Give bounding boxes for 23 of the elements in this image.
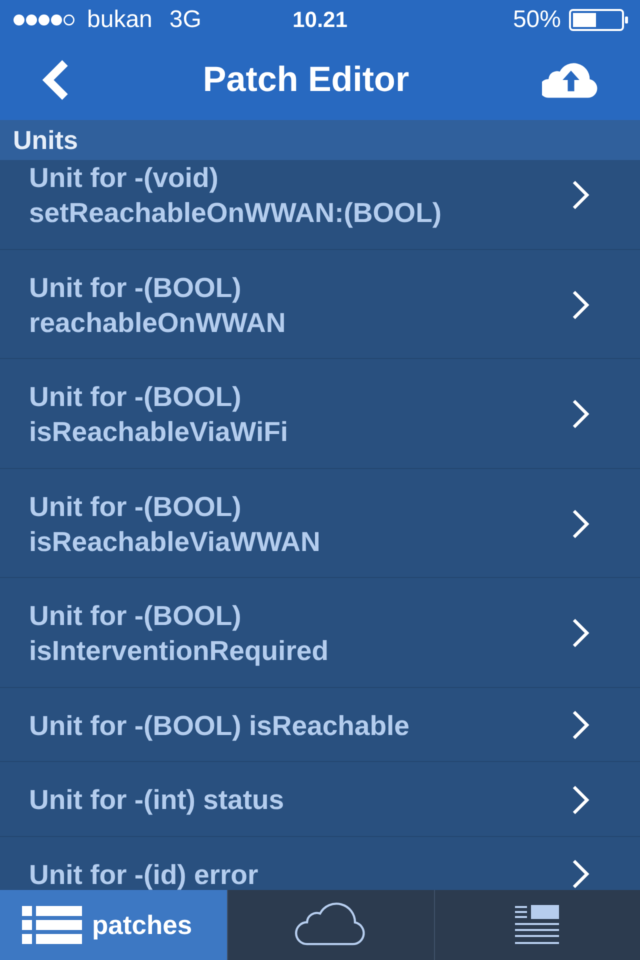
chevron-right-icon <box>572 399 590 429</box>
cloud-upload-icon <box>542 62 600 98</box>
status-time: 10.21 <box>292 6 348 34</box>
list-icon <box>22 906 82 944</box>
newspaper-icon <box>515 905 560 945</box>
nav-title: Patch Editor <box>202 59 410 101</box>
back-chevron-icon <box>40 60 70 100</box>
chevron-right-icon <box>572 859 590 889</box>
chevron-right-icon <box>572 180 590 210</box>
upload-button[interactable] <box>542 62 600 98</box>
chevron-right-icon <box>572 290 590 320</box>
tab[interactable]: patches <box>0 890 228 960</box>
back-button[interactable] <box>40 60 70 100</box>
carrier-name: bukan <box>87 6 152 34</box>
battery-icon <box>569 9 629 31</box>
signal-strength-icon <box>13 14 75 26</box>
network-type: 3G <box>169 6 202 34</box>
battery-percentage: 50% <box>512 6 561 34</box>
chevron-right-icon <box>572 618 590 648</box>
section-header: Units <box>0 120 640 160</box>
chevron-right-icon <box>572 710 590 740</box>
chevron-right-icon <box>572 508 590 538</box>
chevron-right-icon <box>572 784 590 814</box>
